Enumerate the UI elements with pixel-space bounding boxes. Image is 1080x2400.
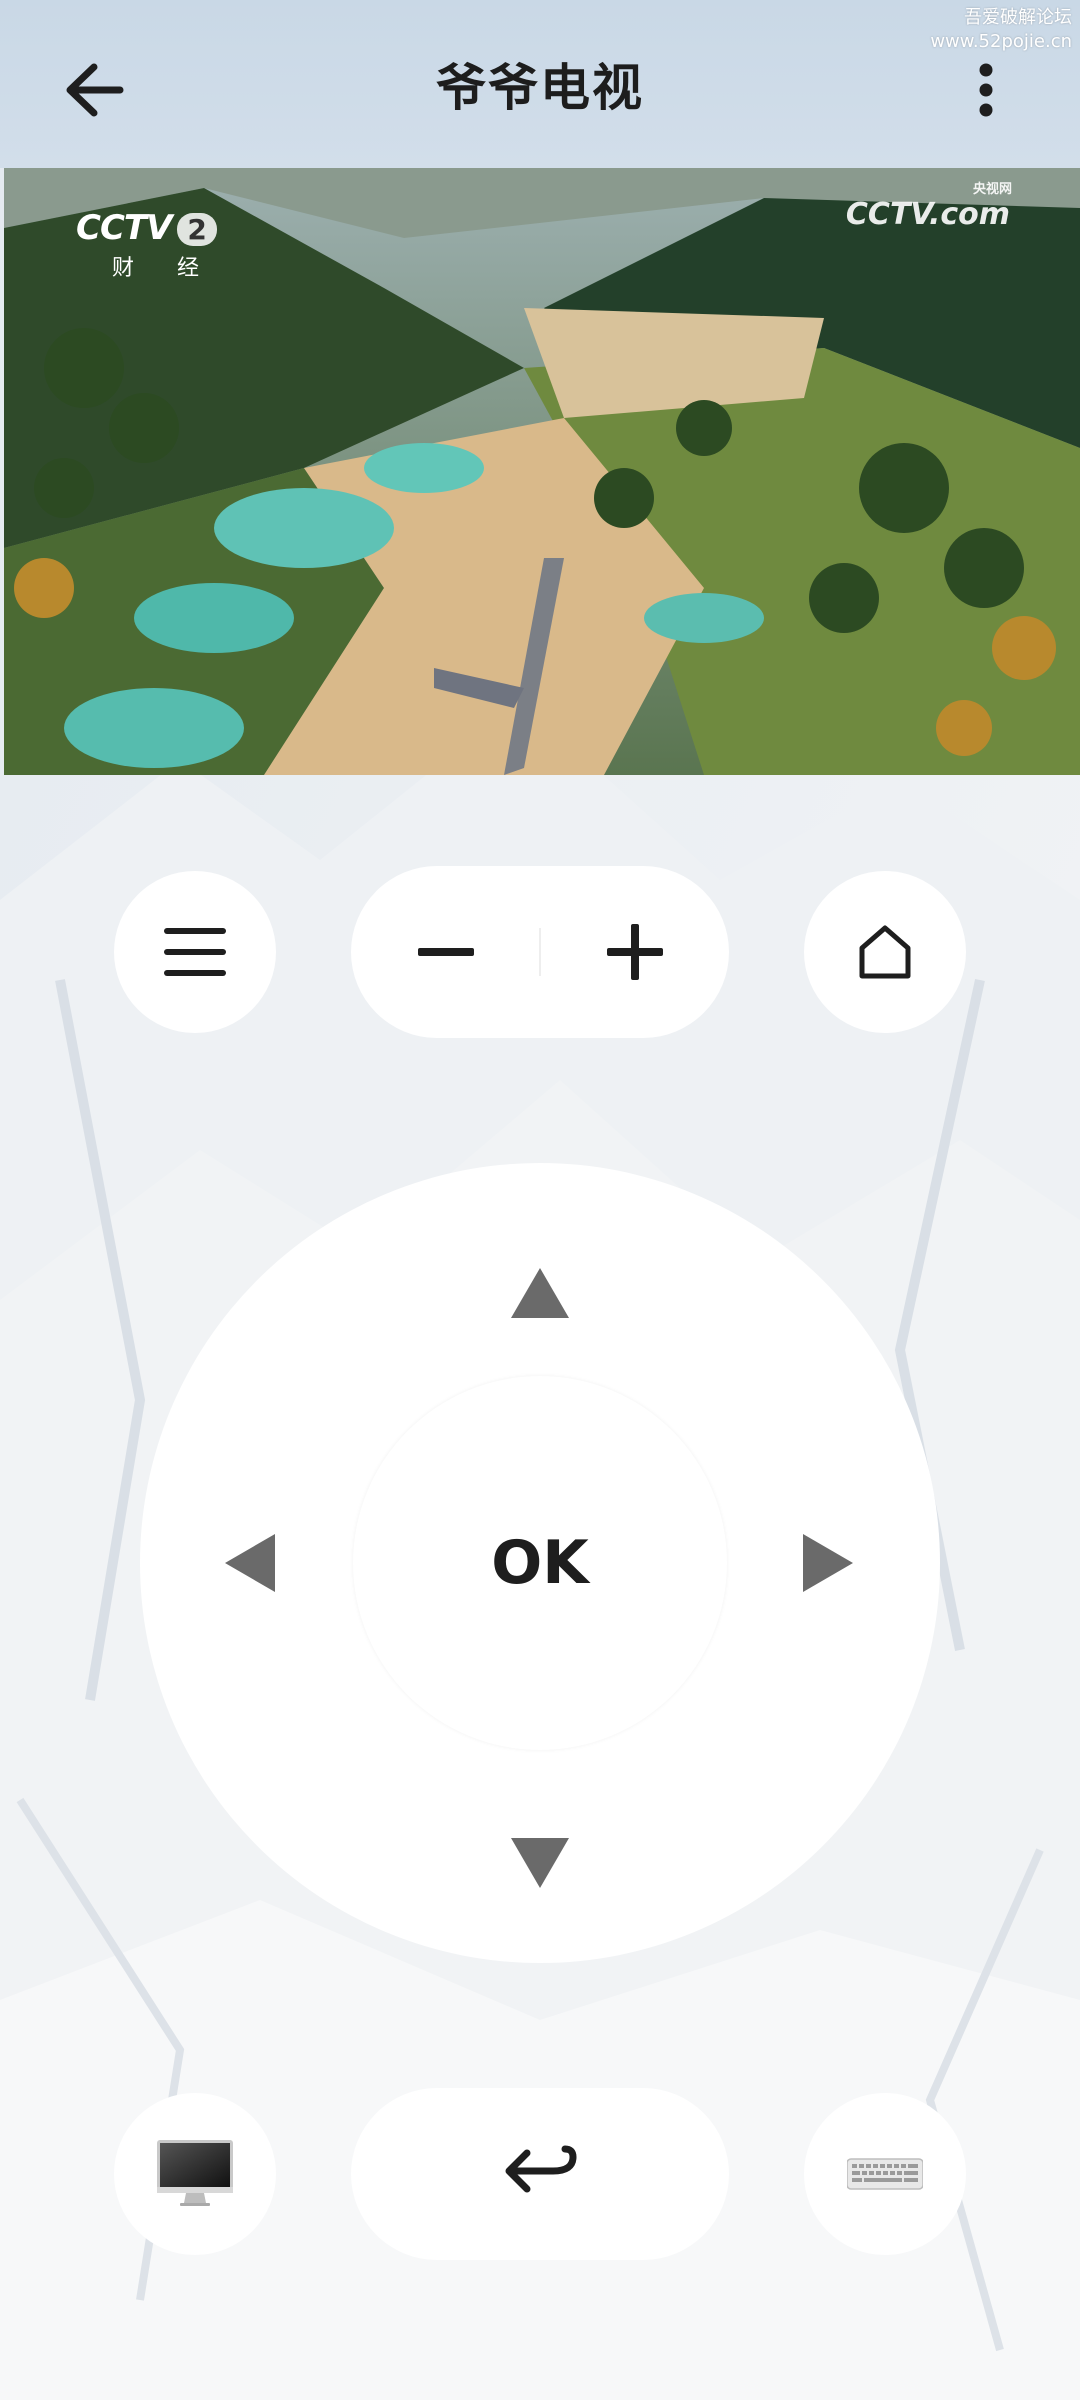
minus-icon <box>417 948 474 956</box>
triangle-down-icon <box>511 1838 569 1888</box>
volume-down-button[interactable] <box>351 866 540 1038</box>
keyboard-button[interactable] <box>804 2093 966 2255</box>
return-arrow-icon <box>505 2145 577 2193</box>
monitor-button[interactable] <box>114 2093 276 2255</box>
watermark-line2: www.52pojie.cn <box>930 31 1072 52</box>
keyboard-icon <box>847 2158 923 2190</box>
volume-control <box>351 866 729 1038</box>
dpad-right-button[interactable] <box>778 1523 878 1603</box>
home-icon <box>859 925 911 979</box>
site-logo: 央视网 CCTV.com <box>846 182 1012 232</box>
monitor-icon <box>157 2140 233 2206</box>
home-button[interactable] <box>804 871 966 1033</box>
directional-pad: OK <box>140 1163 940 1963</box>
return-button[interactable] <box>351 2088 729 2260</box>
tv-video-player[interactable]: CCTV 2 财 经 央视网 CCTV.com <box>4 168 1080 775</box>
dpad-down-button[interactable] <box>490 1823 590 1903</box>
channel-logo: CCTV 2 财 经 <box>76 208 217 282</box>
menu-button[interactable] <box>114 871 276 1033</box>
triangle-right-icon <box>803 1534 853 1592</box>
triangle-left-icon <box>225 1534 275 1592</box>
hamburger-menu-icon <box>164 928 226 976</box>
channel-logo-text: CCTV <box>76 208 172 248</box>
channel-number: 2 <box>177 213 217 246</box>
channel-name: 财 经 <box>112 256 217 281</box>
volume-up-button[interactable] <box>540 866 729 1038</box>
watermark-line1: 吾爱破解论坛 <box>964 7 1072 28</box>
page-title: 爷爷电视 <box>436 59 644 117</box>
site-logo-small: 央视网 <box>972 182 1012 197</box>
more-vertical-icon <box>979 63 993 117</box>
dpad-up-button[interactable] <box>490 1253 590 1333</box>
site-logo-text: CCTV.com <box>845 197 1010 232</box>
ok-button[interactable]: OK <box>353 1376 727 1750</box>
top-app-bar: 爷爷电视 <box>0 0 1080 168</box>
triangle-up-icon <box>511 1268 569 1318</box>
forum-watermark: 吾爱破解论坛 www.52pojie.cn <box>930 6 1072 54</box>
dpad-left-button[interactable] <box>200 1523 300 1603</box>
more-options-button[interactable] <box>960 52 1012 128</box>
plus-icon <box>606 924 663 980</box>
